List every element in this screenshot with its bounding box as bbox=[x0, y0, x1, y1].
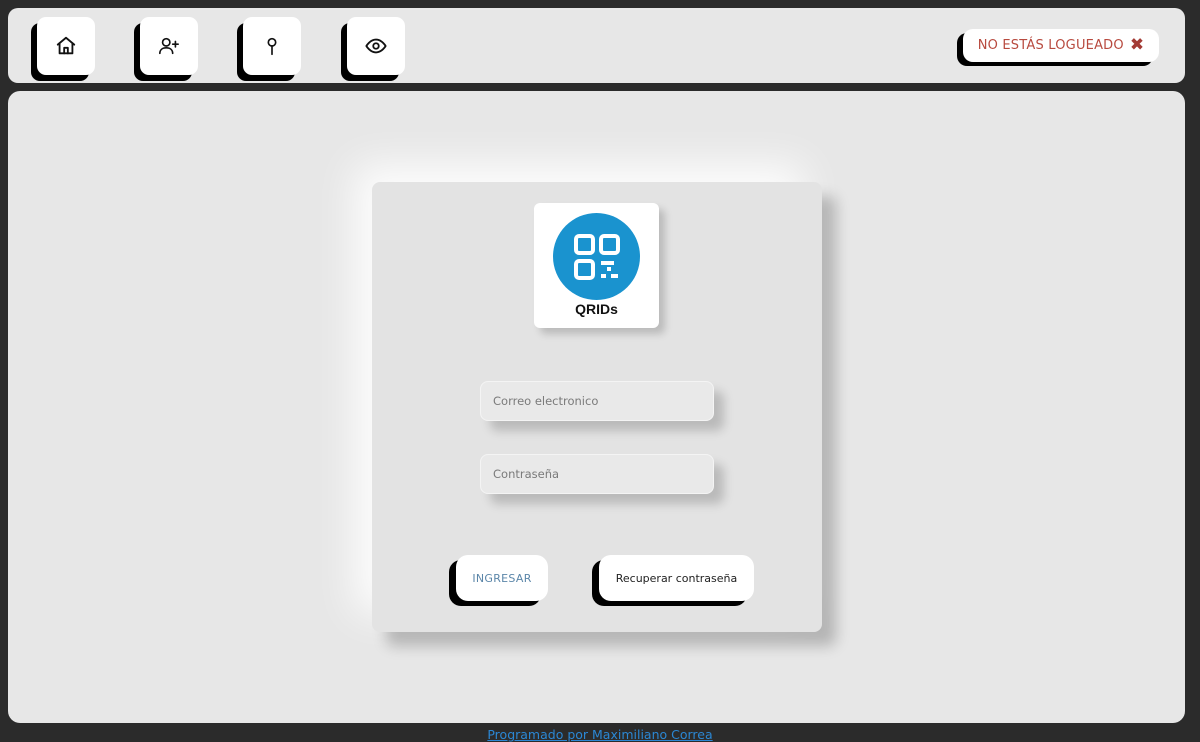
app-logo: QRIDs bbox=[534, 203, 659, 328]
close-x-icon: ✖ bbox=[1129, 35, 1145, 55]
password-field[interactable] bbox=[480, 454, 714, 494]
map-pin-icon bbox=[267, 37, 277, 56]
home-button[interactable] bbox=[37, 17, 95, 75]
login-button[interactable]: INGRESAR bbox=[456, 555, 548, 601]
login-status-badge: NO ESTÁS LOGUEADO ✖ bbox=[963, 29, 1159, 62]
author-credit-link[interactable]: Programado por Maximiliano Correa bbox=[487, 727, 712, 742]
logo-text: QRIDs bbox=[575, 301, 618, 317]
home-icon bbox=[56, 36, 76, 55]
email-field[interactable] bbox=[480, 381, 714, 421]
footer: Programado por Maximiliano Correa bbox=[0, 727, 1200, 742]
qr-code-icon bbox=[573, 233, 620, 280]
eye-icon bbox=[365, 38, 387, 54]
main-panel: QRIDs INGRESAR Recuperar contraseña bbox=[8, 91, 1185, 723]
login-card: QRIDs INGRESAR Recuperar contraseña bbox=[372, 182, 822, 632]
login-status-text: NO ESTÁS LOGUEADO bbox=[977, 38, 1124, 53]
top-navbar: NO ESTÁS LOGUEADO ✖ bbox=[8, 8, 1185, 83]
view-button[interactable] bbox=[347, 17, 405, 75]
recover-password-button[interactable]: Recuperar contraseña bbox=[599, 555, 754, 601]
user-plus-icon bbox=[159, 37, 179, 55]
location-button[interactable] bbox=[243, 17, 301, 75]
logo-circle bbox=[553, 213, 640, 300]
add-user-button[interactable] bbox=[140, 17, 198, 75]
